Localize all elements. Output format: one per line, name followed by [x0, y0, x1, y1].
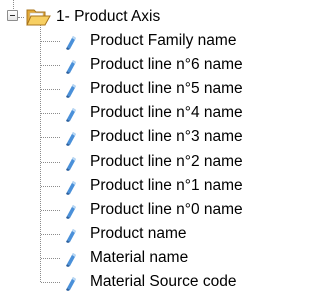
- tree-root-label[interactable]: 1- Product Axis: [56, 7, 160, 27]
- tree-item[interactable]: Product name: [40, 223, 272, 247]
- tree-item-label: Product Family name: [90, 32, 237, 49]
- leaf-icon: [66, 277, 76, 291]
- folder-open-icon: [26, 9, 51, 26]
- tree-item[interactable]: Product line n°3 name: [40, 126, 272, 150]
- tree-item-label: Product line n°6 name: [90, 56, 243, 74]
- leaf-icon: [66, 108, 76, 123]
- tree-item-label: Product line n°3 name: [90, 128, 243, 146]
- product-axis-tree: 1- Product Axis Product Family name Produ…: [0, 0, 272, 302]
- tree-item-label: Product line n°0 name: [90, 200, 243, 218]
- tree-connector-line: [41, 113, 60, 115]
- tree-connector-line: [41, 185, 60, 187]
- tree-item[interactable]: Product line n°1 name: [40, 175, 272, 199]
- tree-item[interactable]: Product line n°0 name: [40, 199, 272, 223]
- tree-item-label: Product line n°1 name: [90, 176, 243, 194]
- tree-item-label: Product line n°5 name: [90, 80, 243, 98]
- tree-item-label: Product line n°4 name: [90, 104, 243, 122]
- leaf-icon: [66, 132, 76, 147]
- leaf-icon: [66, 204, 76, 219]
- tree-item[interactable]: Product line n°4 name: [40, 102, 272, 126]
- leaf-icon: [66, 84, 76, 99]
- tree-connector-line: [13, 0, 14, 9]
- tree-item-label: Material Source code: [90, 273, 237, 290]
- leaf-icon: [66, 252, 76, 267]
- tree-connector-line: [41, 41, 60, 42]
- leaf-icon: [66, 228, 76, 243]
- tree-item[interactable]: Product line n°5 name: [40, 78, 272, 102]
- tree-connector-line: [18, 17, 24, 18]
- tree-connector-line: [41, 233, 60, 235]
- tree-item[interactable]: Product line n°2 name: [40, 151, 272, 175]
- leaf-icon: [66, 180, 76, 195]
- tree-connector-line: [41, 89, 60, 91]
- tree-item[interactable]: Product line n°6 name: [40, 54, 272, 78]
- tree-item[interactable]: Material name: [40, 247, 272, 271]
- tree-connector-line: [41, 137, 60, 139]
- tree-connector-line: [41, 161, 60, 163]
- tree-item-label: Material name: [90, 248, 189, 266]
- tree-connector-line: [41, 282, 60, 283]
- tree-item[interactable]: Product Family name: [40, 30, 272, 54]
- leaf-icon: [66, 60, 76, 75]
- tree-item-label: Product name: [90, 224, 187, 242]
- tree-connector-line: [41, 65, 60, 67]
- tree-item-label: Product line n°2 name: [90, 152, 243, 170]
- tree-connector-line: [41, 209, 60, 211]
- collapse-toggle-icon[interactable]: [7, 10, 18, 21]
- tree-item[interactable]: Material Source code: [40, 271, 272, 295]
- leaf-icon: [66, 36, 76, 50]
- leaf-icon: [66, 156, 76, 171]
- tree-connector-line: [41, 257, 60, 259]
